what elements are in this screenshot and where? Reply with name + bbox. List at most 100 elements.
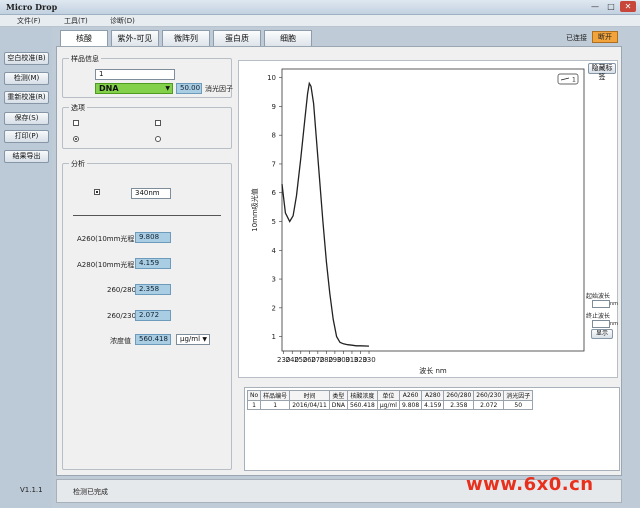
table-cell: 560.418: [347, 400, 378, 410]
column-header: 260/230: [473, 390, 505, 401]
window-controls: — □ ✕: [588, 1, 636, 12]
start-wavelength-label: 起始波长: [586, 293, 611, 300]
y-tick-label: 10: [267, 74, 276, 82]
hide-labels-button[interactable]: 隐藏标签: [588, 63, 616, 81]
window-title: Micro Drop: [6, 2, 58, 12]
table-cell: 50: [503, 400, 534, 410]
wavelength-correction-checkbox[interactable]: [94, 189, 100, 195]
analysis-group: 分析 340nm A260(10mm光程) 9.808 A280(10mm光程)…: [62, 159, 232, 470]
sample-type-value: DNA: [99, 84, 119, 93]
end-nm-unit: nm: [610, 321, 619, 327]
divider: [73, 215, 221, 216]
chevron-down-icon: ▼: [202, 336, 207, 343]
column-header: 消光因子: [503, 390, 534, 401]
y-tick-label: 3: [272, 276, 276, 284]
column-header: 核酸浓度: [347, 390, 378, 401]
a260-value: 9.808: [135, 232, 171, 243]
option-checkbox-2[interactable]: [155, 120, 161, 126]
chevron-down-icon: ▼: [165, 85, 170, 92]
column-header: A260: [398, 390, 423, 401]
menu-file[interactable]: 文件(F): [17, 16, 41, 26]
column-header: A280: [421, 390, 445, 401]
plot-frame: [281, 68, 585, 352]
menu-tools[interactable]: 工具(T): [64, 16, 88, 26]
sample-id-input[interactable]: 1: [95, 69, 175, 80]
tab-uv-vis[interactable]: 紫外-可见: [111, 30, 159, 46]
analysis-label: 分析: [69, 159, 87, 169]
a260-label: A260(10mm光程): [77, 235, 138, 243]
tab-nucleic-acid[interactable]: 核酸: [60, 30, 108, 47]
ratio-260-230-label: 260/230: [107, 312, 137, 320]
concentration-label: 浓度值: [110, 337, 131, 345]
table-cell: 4.159: [421, 400, 445, 410]
measure-button[interactable]: 检测(M): [4, 72, 49, 85]
title-bar: Micro Drop — □ ✕: [0, 0, 640, 15]
y-tick-label: 6: [272, 189, 277, 197]
start-wavelength-input[interactable]: [592, 300, 610, 308]
tab-cell[interactable]: 细胞: [264, 30, 312, 46]
option-radio-2[interactable]: [155, 136, 161, 142]
table-cell: DNA: [328, 400, 349, 410]
table-cell: 1: [246, 400, 262, 410]
option-checkbox-1[interactable]: [73, 120, 79, 126]
sample-type-select[interactable]: DNA ▼: [95, 83, 173, 94]
menu-diagnose[interactable]: 诊断(D): [110, 16, 135, 26]
table-cell: 2016/04/11: [289, 400, 330, 410]
options-group: 选项: [62, 103, 232, 149]
blank-calibrate-button[interactable]: 空白校准(B): [4, 52, 49, 65]
concentration-value: 560.418: [135, 334, 171, 345]
display-button[interactable]: 显示: [591, 329, 613, 339]
ratio-260-280-label: 260/280: [107, 286, 137, 294]
a280-label: A280(10mm光程): [77, 261, 138, 269]
unit-value: μg/ml: [180, 335, 201, 343]
recalibrate-button[interactable]: 重新校准(R): [4, 91, 49, 104]
tab-bar: 核酸 紫外-可见 微阵列 蛋白质 细胞: [60, 30, 315, 47]
spectrum-chart: 2302402502602702802903003103203301234567…: [250, 68, 585, 375]
a280-value: 4.159: [135, 258, 171, 269]
y-tick-label: 5: [272, 218, 276, 226]
watermark: www.6x0.cn: [466, 474, 594, 495]
menu-bar: 文件(F) 工具(T) 诊断(D): [0, 15, 640, 27]
left-sidebar: 空白校准(B) 检测(M) 重新校准(R) 保存(S) 打印(P) 结果导出: [0, 27, 52, 508]
table-cell: 9.808: [398, 400, 423, 410]
y-axis-label: 10mm吸光值: [250, 188, 259, 232]
tab-microarray[interactable]: 微阵列: [162, 30, 210, 46]
end-wavelength-label: 终止波长: [586, 313, 611, 320]
table-cell: 2.358: [443, 400, 475, 410]
print-button[interactable]: 打印(P): [4, 130, 49, 143]
minimize-button[interactable]: —: [588, 1, 602, 12]
start-nm-unit: nm: [610, 301, 619, 307]
tab-protein[interactable]: 蛋白质: [213, 30, 261, 46]
extinction-factor-input[interactable]: 50.00: [176, 83, 202, 94]
disconnect-button[interactable]: 断开: [592, 31, 618, 43]
close-button[interactable]: ✕: [620, 1, 636, 12]
correction-wavelength-input[interactable]: 340nm: [131, 188, 171, 199]
table-cell: 1: [260, 400, 291, 410]
main-panel: 样品信息 1 DNA ▼ 50.00 消光因子 选项 分析 340nm A260…: [56, 46, 622, 476]
options-label: 选项: [69, 103, 87, 113]
x-axis-label: 波长 nm: [419, 366, 447, 375]
x-tick-label: 330: [362, 356, 375, 364]
y-tick-label: 8: [272, 132, 276, 140]
end-wavelength-input[interactable]: [592, 320, 610, 328]
export-results-button[interactable]: 结果导出: [4, 150, 49, 163]
column-header: 样品编号: [260, 390, 291, 401]
y-tick-label: 2: [272, 304, 276, 312]
column-header: No: [246, 390, 262, 401]
connection-status: 已连接: [566, 34, 587, 42]
column-header: 单位: [376, 390, 400, 401]
sample-info-label: 样品信息: [69, 54, 101, 64]
save-button[interactable]: 保存(S): [4, 112, 49, 125]
table-cell: μg/ml: [376, 400, 400, 410]
option-radio-1[interactable]: [73, 136, 79, 142]
spectrum-chart-panel: 230 240 250 260 270 280 290 300 310 320 330 1 2 3 4 5 6 7…: [238, 60, 618, 378]
legend-label: 1: [572, 77, 576, 84]
unit-select[interactable]: μg/ml ▼: [176, 334, 210, 345]
sample-info-group: 样品信息 1 DNA ▼ 50.00 消光因子: [62, 54, 233, 98]
table-header-row: No 样品编号 时间 类型 核酸浓度 单位 A260 A280 260/280 260/230 消光…: [246, 390, 534, 401]
maximize-button[interactable]: □: [604, 1, 618, 12]
table-row[interactable]: 1 1 2016/04/11 DNA 560.418 μg/ml 9.808 4.159 2.3…: [246, 400, 534, 410]
column-header: 时间: [289, 390, 330, 401]
ratio-260-230-value: 2.072: [135, 310, 171, 321]
y-tick-label: 4: [272, 247, 277, 255]
